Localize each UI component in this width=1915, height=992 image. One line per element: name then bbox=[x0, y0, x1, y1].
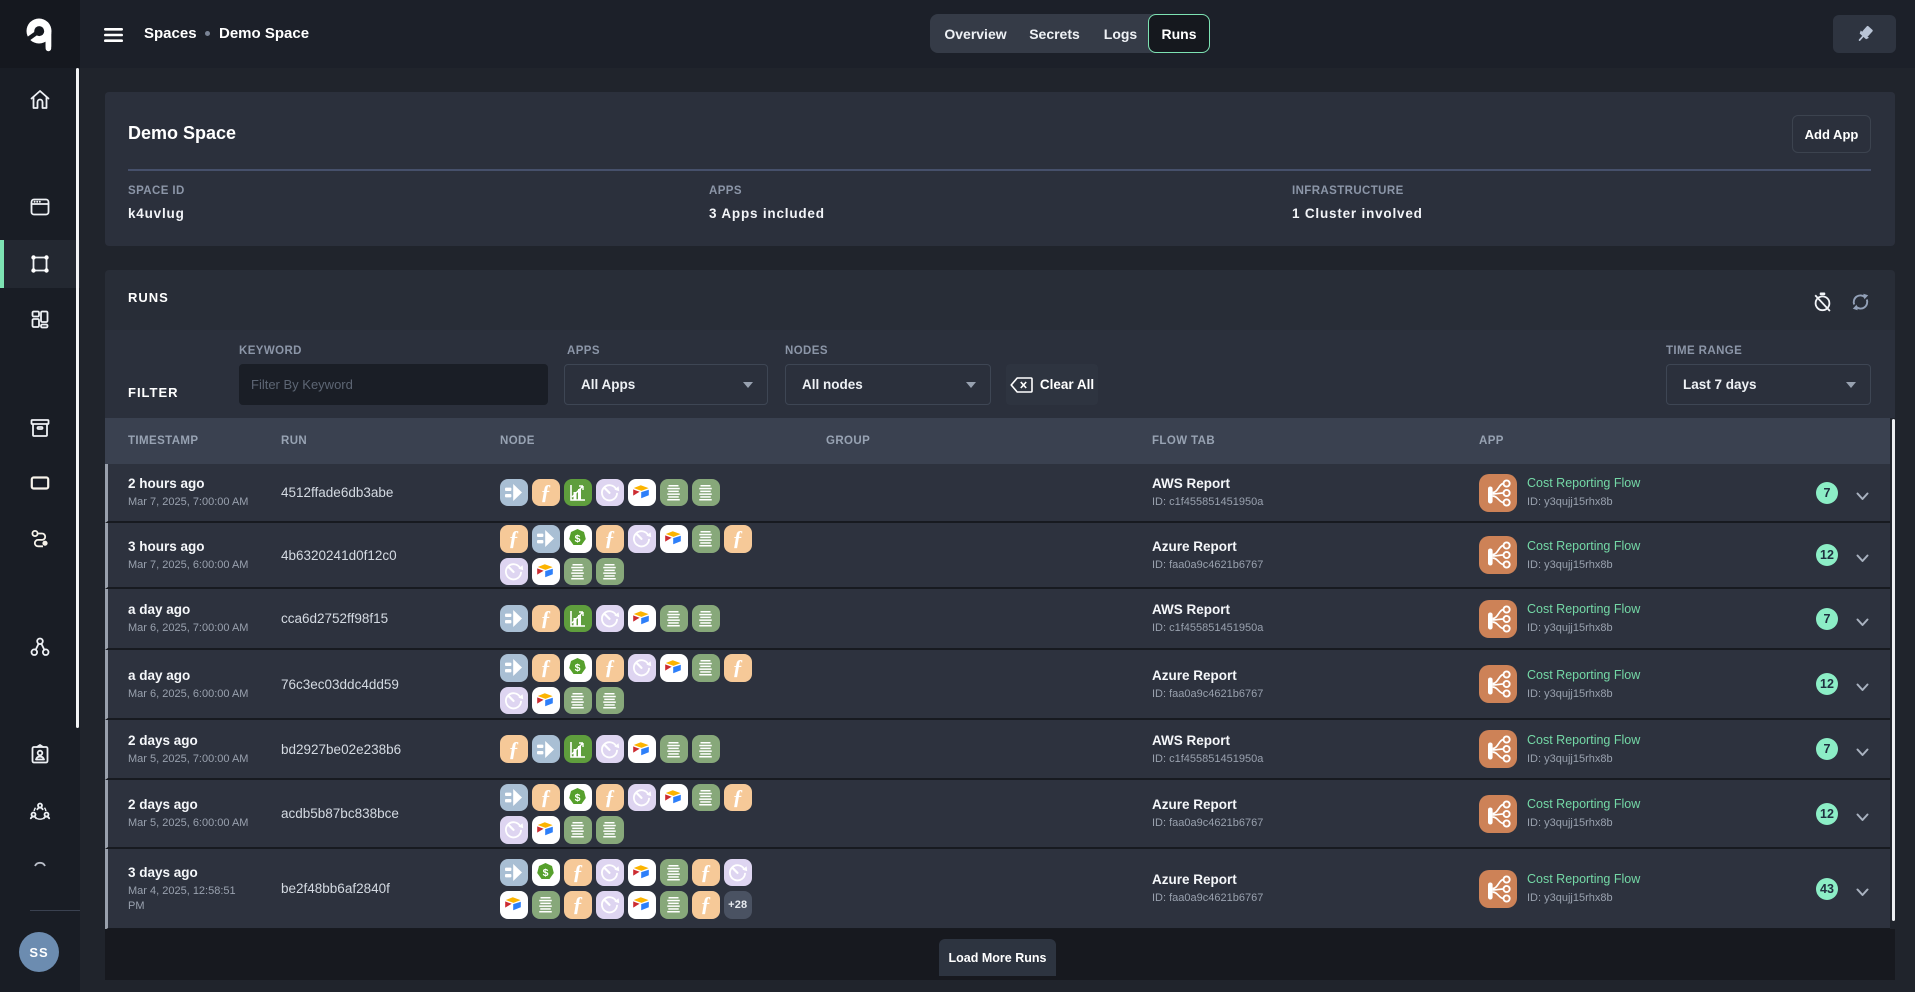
svg-text:$: $ bbox=[575, 533, 581, 545]
svg-text:$: $ bbox=[575, 792, 581, 804]
svg-text:$: $ bbox=[543, 867, 549, 879]
svg-text:$: $ bbox=[575, 662, 581, 674]
